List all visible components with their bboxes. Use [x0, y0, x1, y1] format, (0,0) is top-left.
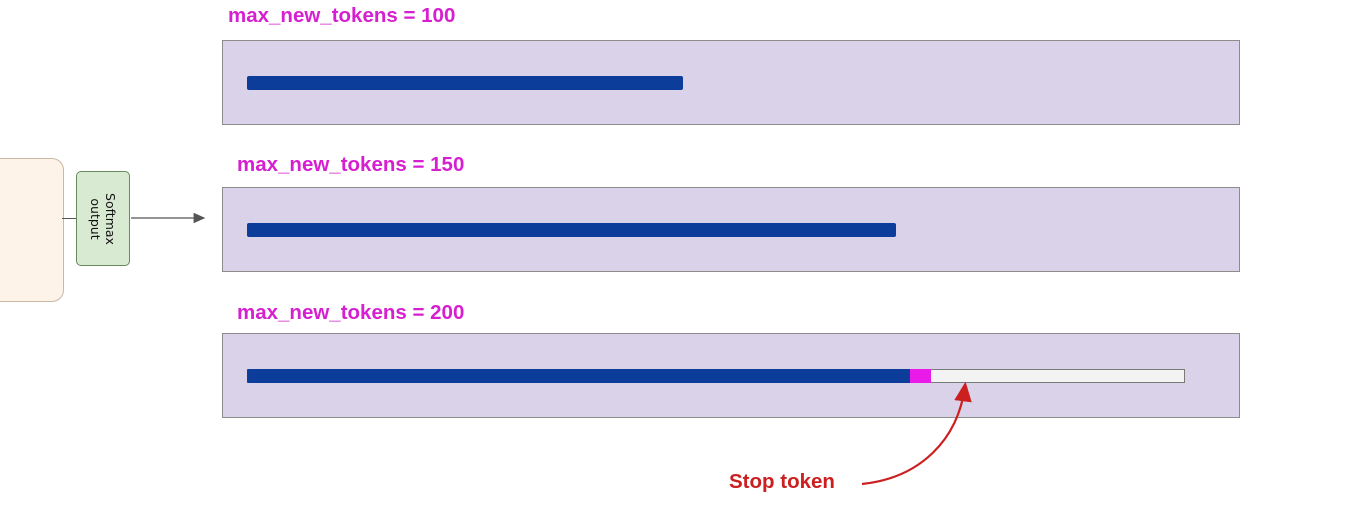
- panel-100: [222, 40, 1240, 125]
- panel-150: [222, 187, 1240, 272]
- connector-line: [62, 218, 76, 220]
- generated-sequence-bar-100: [247, 76, 683, 90]
- stop-token-label: Stop token: [729, 470, 835, 493]
- generated-sequence-bar-200: [247, 369, 910, 383]
- scenario-label-150: max_new_tokens = 150: [237, 153, 465, 176]
- generated-sequence-bar-150: [247, 223, 896, 237]
- softmax-output-label: Softmax output: [88, 192, 118, 245]
- panel-200: [222, 333, 1240, 418]
- scenario-label-200: max_new_tokens = 200: [237, 301, 465, 324]
- stop-token-marker: [910, 369, 931, 383]
- scenario-label-100: max_new_tokens = 100: [228, 4, 456, 27]
- softmax-output-box: Softmax output: [76, 171, 130, 266]
- model-block: [0, 158, 64, 302]
